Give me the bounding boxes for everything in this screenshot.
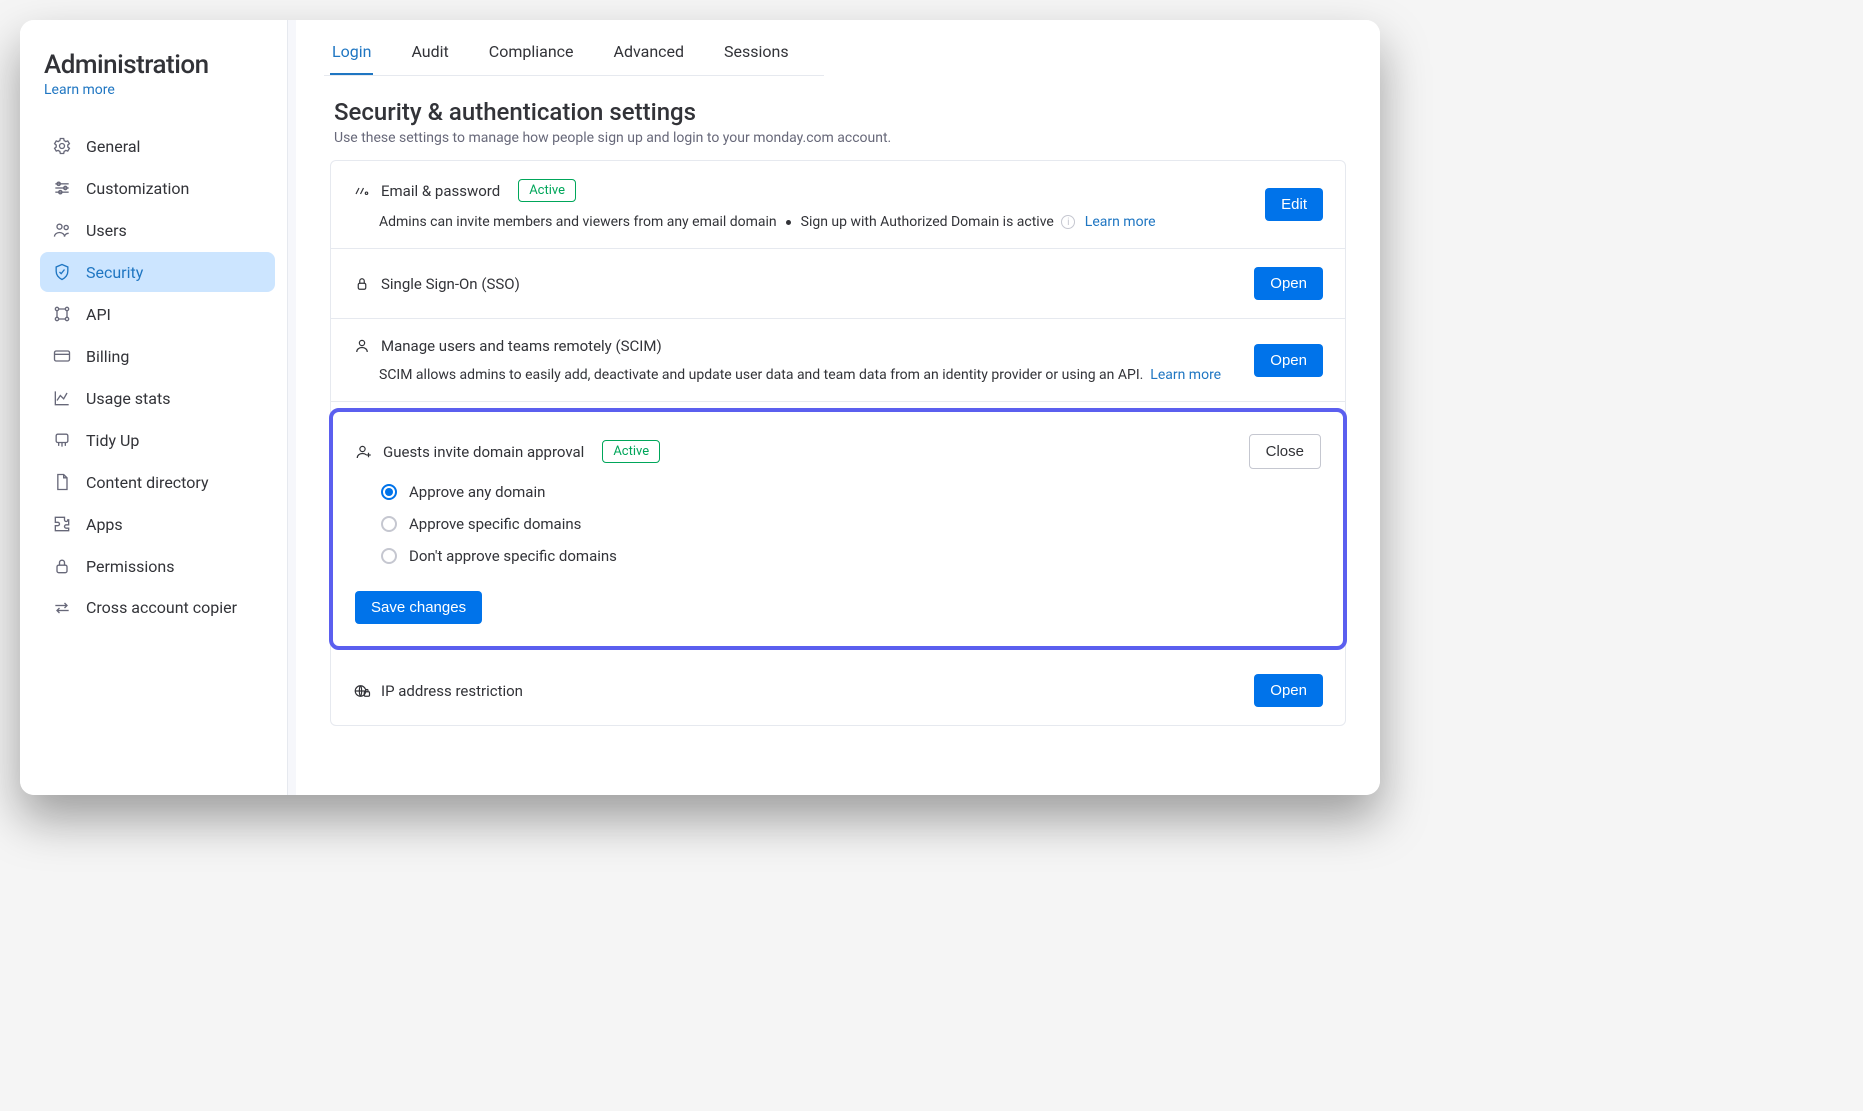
sidebar-title: Administration: [44, 50, 275, 80]
card-title: Email & password: [381, 182, 500, 200]
sidebar-item-label: Billing: [86, 347, 129, 366]
card-ip-restriction: IP address restriction Open: [331, 656, 1345, 725]
sidebar-item-cross-account-copier[interactable]: Cross account copier: [40, 588, 275, 628]
sidebar-item-billing[interactable]: Billing: [40, 336, 275, 376]
sidebar-item-label: Cross account copier: [86, 598, 237, 618]
radio-dont-approve-specific[interactable]: Don't approve specific domains: [381, 547, 617, 565]
puzzle-icon: [52, 514, 72, 534]
sidebar-item-label: Tidy Up: [86, 431, 139, 450]
sidebar-item-label: Usage stats: [86, 389, 170, 408]
desc-part-1: Admins can invite members and viewers fr…: [379, 214, 777, 230]
page-description: Use these settings to manage how people …: [334, 130, 1352, 146]
sidebar-item-general[interactable]: General: [40, 126, 275, 166]
card-sso: Single Sign-On (SSO) Open: [331, 249, 1345, 319]
sliders-icon: [52, 178, 72, 198]
card-title: Guests invite domain approval: [383, 443, 584, 461]
sidebar-item-security[interactable]: Security: [40, 252, 275, 292]
api-icon: [52, 304, 72, 324]
radio-label: Approve specific domains: [409, 515, 581, 533]
admin-window: Administration Learn more General Custom…: [20, 20, 1380, 795]
radio-label: Don't approve specific domains: [409, 547, 617, 565]
sidebar-item-label: Content directory: [86, 473, 209, 492]
person-plus-icon: [355, 443, 373, 461]
tab-advanced[interactable]: Advanced: [612, 42, 687, 75]
desc-text: SCIM allows admins to easily add, deacti…: [379, 367, 1143, 383]
sidebar-nav: General Customization Users Security API…: [40, 126, 275, 628]
gear-icon: [52, 136, 72, 156]
sidebar-item-api[interactable]: API: [40, 294, 275, 334]
radio-label: Approve any domain: [409, 483, 545, 501]
document-icon: [52, 472, 72, 492]
sidebar-item-users[interactable]: Users: [40, 210, 275, 250]
learn-more-link[interactable]: Learn more: [1085, 214, 1156, 230]
learn-more-link[interactable]: Learn more: [1150, 367, 1221, 383]
card-description: SCIM allows admins to easily add, deacti…: [379, 367, 1254, 383]
status-badge: Active: [518, 179, 576, 202]
globe-lock-icon: [353, 682, 371, 700]
sidebar-item-label: Users: [86, 221, 127, 240]
sidebar-item-tidy-up[interactable]: Tidy Up: [40, 420, 275, 460]
card-description: Admins can invite members and viewers fr…: [379, 214, 1265, 230]
tab-audit[interactable]: Audit: [409, 42, 450, 75]
radio-indicator: [381, 516, 397, 532]
transfer-icon: [52, 598, 72, 618]
tab-sessions[interactable]: Sessions: [722, 42, 791, 75]
users-icon: [52, 220, 72, 240]
tab-login[interactable]: Login: [330, 42, 373, 75]
sidebar-item-label: Customization: [86, 179, 189, 198]
person-icon: [353, 337, 371, 355]
sidebar: Administration Learn more General Custom…: [20, 20, 288, 795]
radio-approve-specific[interactable]: Approve specific domains: [381, 515, 617, 533]
card-scim: Manage users and teams remotely (SCIM) S…: [331, 319, 1345, 402]
separator-dot: [786, 220, 791, 225]
monday-logo-icon: [353, 182, 371, 200]
close-button[interactable]: Close: [1249, 434, 1321, 469]
sidebar-item-label: Permissions: [86, 557, 174, 576]
learn-more-link[interactable]: Learn more: [44, 82, 275, 98]
card-title: Single Sign-On (SSO): [381, 275, 520, 293]
sidebar-item-content-directory[interactable]: Content directory: [40, 462, 275, 502]
status-badge: Active: [602, 440, 660, 463]
tab-compliance[interactable]: Compliance: [487, 42, 576, 75]
radio-indicator: [381, 548, 397, 564]
lock-icon: [353, 275, 371, 293]
lock-icon: [52, 556, 72, 576]
shield-icon: [52, 262, 72, 282]
info-icon[interactable]: i: [1061, 215, 1075, 229]
main-content: Login Audit Compliance Advanced Sessions…: [288, 20, 1380, 795]
open-button[interactable]: Open: [1254, 344, 1323, 377]
save-changes-button[interactable]: Save changes: [355, 591, 482, 624]
sidebar-item-permissions[interactable]: Permissions: [40, 546, 275, 586]
radio-indicator: [381, 484, 397, 500]
tabs: Login Audit Compliance Advanced Sessions: [324, 20, 824, 76]
open-button[interactable]: Open: [1254, 267, 1323, 300]
edit-button[interactable]: Edit: [1265, 188, 1323, 221]
card-guests-domain-approval: Guests invite domain approval Active Clo…: [329, 408, 1347, 650]
card-title: Manage users and teams remotely (SCIM): [381, 337, 662, 355]
credit-card-icon: [52, 346, 72, 366]
broom-icon: [52, 430, 72, 450]
card-title: IP address restriction: [381, 682, 523, 700]
sidebar-item-apps[interactable]: Apps: [40, 504, 275, 544]
chart-icon: [52, 388, 72, 408]
open-button[interactable]: Open: [1254, 674, 1323, 707]
sidebar-item-customization[interactable]: Customization: [40, 168, 275, 208]
radio-approve-any[interactable]: Approve any domain: [381, 483, 617, 501]
sidebar-item-label: Security: [86, 263, 143, 282]
page-title: Security & authentication settings: [334, 98, 1352, 126]
sidebar-item-label: Apps: [86, 515, 123, 534]
card-email-password: Email & password Active Admins can invit…: [331, 161, 1345, 249]
settings-cards: Email & password Active Admins can invit…: [330, 160, 1346, 726]
sidebar-item-label: API: [86, 305, 111, 324]
domain-approval-radio-group: Approve any domain Approve specific doma…: [381, 483, 617, 565]
sidebar-item-label: General: [86, 137, 140, 156]
desc-part-2: Sign up with Authorized Domain is active: [801, 214, 1054, 230]
sidebar-item-usage-stats[interactable]: Usage stats: [40, 378, 275, 418]
